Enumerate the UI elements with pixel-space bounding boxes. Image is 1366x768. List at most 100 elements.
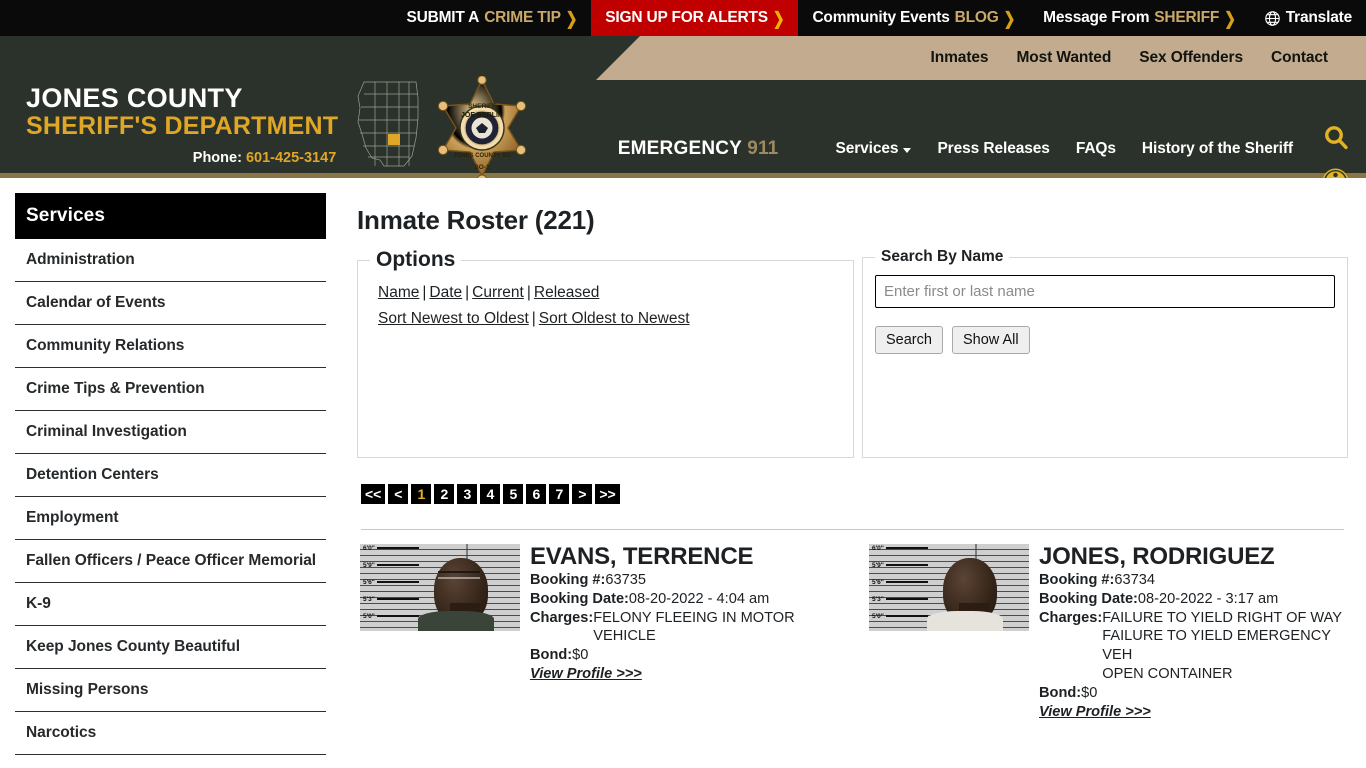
message-from-sheriff-link[interactable]: Message From SHERIFF ❯	[1029, 0, 1250, 36]
inmate-name: EVANS, TERRENCE	[530, 543, 754, 570]
community-events-label: Community Events	[812, 9, 950, 26]
view-profile-link[interactable]: View Profile >>>	[530, 666, 642, 682]
filter-link-name[interactable]: Name	[378, 284, 419, 301]
sign-up-alerts-label: SIGN UP FOR ALERTS	[605, 9, 768, 26]
charges-values: FAILURE TO YIELD RIGHT OF WAY FAILURE TO…	[1102, 609, 1348, 684]
booking-date-value: 08-20-2022 - 4:04 am	[628, 590, 770, 607]
sidebar-item-calendar-of-events[interactable]: Calendar of Events	[15, 282, 326, 325]
pagination-prev[interactable]: <	[388, 484, 409, 504]
inmate-card: 6'0" 5'9" 5'6" 5'3" 5'0" EVANS, TERRENCE…	[360, 544, 839, 721]
pagination-page-6[interactable]: 6	[526, 484, 547, 504]
site-logo-group[interactable]: JONES COUNTY SHERIFF'S DEPARTMENT Phone:…	[0, 75, 534, 178]
agency-county-name: JONES COUNTY	[26, 83, 243, 113]
mugshot-subject-shoulders	[926, 611, 1003, 631]
sidebar-item-criminal-investigation[interactable]: Criminal Investigation	[15, 411, 326, 454]
filter-separator: |	[465, 284, 470, 301]
nav-services[interactable]: Services	[822, 140, 924, 158]
translate-link[interactable]: Translate	[1250, 0, 1366, 36]
filter-panels: Options Name | Date | Current | Released Sort …	[357, 248, 1348, 458]
mugshot-tick: 5'3"	[872, 596, 928, 604]
agency-phone: Phone: 601-425-3147	[26, 150, 338, 166]
bond-value: $0	[572, 647, 589, 664]
pagination: << < 1 2 3 4 5 6 7 > >>	[361, 484, 1348, 504]
nav-press-releases[interactable]: Press Releases	[924, 140, 1062, 158]
charge-item: FELONY FLEEING IN MOTOR VEHICLE	[593, 609, 795, 645]
sidebar-item-narcotics[interactable]: Narcotics	[15, 712, 326, 755]
options-panel-legend: Options	[376, 248, 456, 271]
chevron-right-icon: ❯	[565, 8, 578, 28]
submit-crime-tip-label: SUBMIT A	[406, 9, 480, 26]
booking-date-label: Booking Date:	[530, 590, 629, 607]
pagination-page-7[interactable]: 7	[549, 484, 570, 504]
search-panel-legend: Search By Name	[881, 248, 1004, 265]
sidebar-item-k9[interactable]: K-9	[15, 583, 326, 626]
sidebar-item-community-relations[interactable]: Community Relations	[15, 325, 326, 368]
search-button[interactable]: Search	[875, 326, 943, 355]
filter-link-released[interactable]: Released	[534, 284, 600, 301]
accessibility-icon[interactable]	[1321, 167, 1350, 178]
sidebar-item-detention-centers[interactable]: Detention Centers	[15, 454, 326, 497]
sidebar-item-patrol[interactable]: Patrol	[15, 755, 326, 768]
mugshot-tick: 5'9"	[872, 562, 928, 570]
booking-date-value: 08-20-2022 - 3:17 am	[1137, 590, 1279, 607]
charge-item: OPEN CONTAINER	[1102, 665, 1233, 682]
nav-sex-offenders[interactable]: Sex Offenders	[1125, 49, 1257, 67]
badge-bottom-text: JONES COUNTY SO	[453, 153, 511, 159]
sidebar-item-fallen-officers[interactable]: Fallen Officers / Peace Officer Memorial	[15, 540, 326, 583]
view-profile-link[interactable]: View Profile >>>	[1039, 704, 1151, 720]
search-input[interactable]	[875, 275, 1335, 308]
agency-name-block: JONES COUNTY SHERIFF'S DEPARTMENT Phone:…	[0, 76, 338, 166]
mugshot-height-ticks: 6'0" 5'9" 5'6" 5'3" 5'0"	[872, 545, 928, 631]
sidebar-item-administration[interactable]: Administration	[15, 239, 326, 282]
nav-faqs-label: FAQs	[1075, 140, 1116, 157]
pagination-next[interactable]: >	[572, 484, 593, 504]
pagination-page-3[interactable]: 3	[457, 484, 478, 504]
nav-inmates[interactable]: Inmates	[917, 49, 1003, 67]
sign-up-alerts-link[interactable]: SIGN UP FOR ALERTS ❯	[591, 0, 799, 36]
mugshot-tick: 5'6"	[872, 579, 928, 587]
sidebar-item-employment[interactable]: Employment	[15, 497, 326, 540]
nav-history-of-the-sheriff[interactable]: History of the Sheriff	[1129, 140, 1306, 158]
mugshot-tick: 6'0"	[363, 545, 419, 553]
mississippi-map-icon	[357, 81, 419, 167]
pagination-first[interactable]: <<	[361, 484, 386, 504]
main-content: Inmate Roster (221) Options Name | Date | Cu…	[341, 178, 1366, 721]
nav-contact[interactable]: Contact	[1257, 49, 1342, 67]
mugshot-tick: 5'3"	[363, 596, 419, 604]
filter-separator: |	[526, 284, 531, 301]
sort-link-newest-to-oldest[interactable]: Sort Newest to Oldest	[378, 310, 529, 327]
sidebar-item-keep-jones-county-beautiful[interactable]: Keep Jones County Beautiful	[15, 626, 326, 669]
bond-label: Bond:	[1039, 684, 1082, 701]
booking-number-value: 63734	[1114, 571, 1155, 588]
filter-link-current[interactable]: Current	[472, 284, 524, 301]
pagination-page-5[interactable]: 5	[503, 484, 524, 504]
nav-most-wanted[interactable]: Most Wanted	[1002, 49, 1125, 67]
community-events-blog-link[interactable]: Community Events BLOG ❯	[798, 0, 1029, 36]
sidebar-item-missing-persons[interactable]: Missing Persons	[15, 669, 326, 712]
sidebar-heading: Services	[15, 193, 326, 239]
secondary-navigation: Inmates Most Wanted Sex Offenders Contac…	[596, 36, 1366, 80]
nav-faqs[interactable]: FAQs	[1063, 140, 1129, 158]
translate-label: Translate	[1285, 9, 1352, 26]
search-icon[interactable]	[1322, 124, 1350, 157]
bond-label: Bond:	[530, 647, 573, 664]
top-utility-bar: SUBMIT A CRIME TIP ❯ SIGN UP FOR ALERTS …	[0, 0, 1366, 36]
bond-value: $0	[1081, 684, 1098, 701]
content-divider	[361, 529, 1344, 530]
pagination-page-4[interactable]: 4	[480, 484, 501, 504]
mugshot-tick: 5'9"	[363, 562, 419, 570]
emergency-digits: 911	[747, 138, 779, 159]
show-all-button[interactable]: Show All	[951, 326, 1030, 355]
pagination-page-2[interactable]: 2	[434, 484, 455, 504]
sort-link-oldest-to-newest[interactable]: Sort Oldest to Newest	[539, 310, 690, 327]
nav-services-label: Services	[835, 140, 899, 157]
primary-navigation: EMERGENCY 911 Services Press Releases FA…	[618, 138, 1306, 160]
filter-link-date[interactable]: Date	[429, 284, 462, 301]
sidebar-item-crime-tips-prevention[interactable]: Crime Tips & Prevention	[15, 368, 326, 411]
emergency-number: EMERGENCY 911	[618, 138, 779, 160]
pagination-page-1[interactable]: 1	[411, 484, 432, 504]
submit-crime-tip-link[interactable]: SUBMIT A CRIME TIP ❯	[392, 0, 591, 36]
agency-department-name: SHERIFF'S DEPARTMENT	[26, 112, 339, 141]
pagination-last[interactable]: >>	[595, 484, 620, 504]
badge-top-text: SHERIFF	[468, 103, 496, 110]
